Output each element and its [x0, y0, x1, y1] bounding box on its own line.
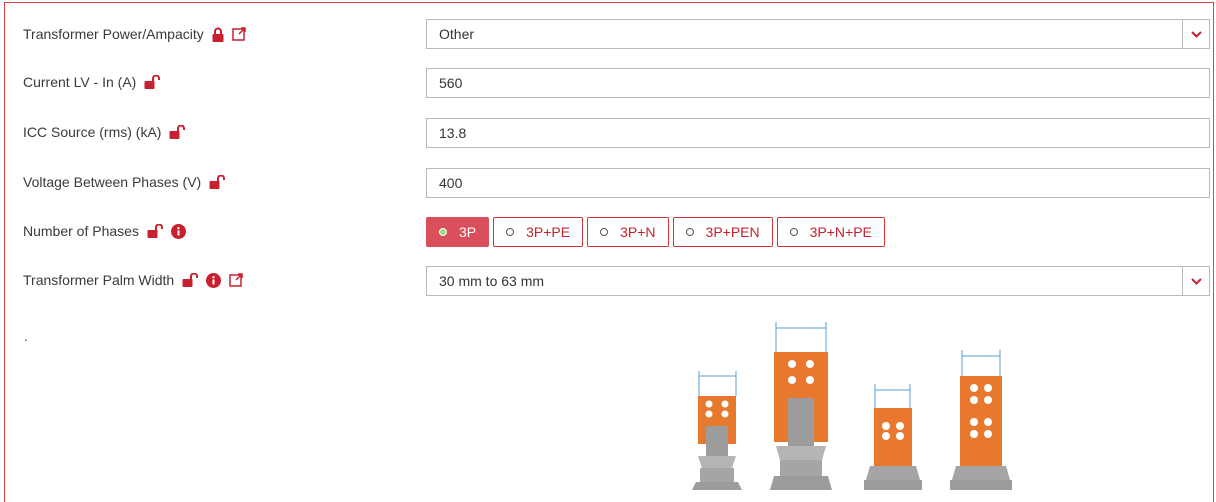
- chevron-down-icon[interactable]: [1182, 267, 1209, 295]
- voltage-input[interactable]: 400: [426, 168, 1210, 198]
- lock-open-icon[interactable]: [209, 175, 226, 189]
- phases-radio-group: 3P 3P+PE 3P+N 3P+PEN 3P+N+PE: [426, 217, 885, 247]
- phase-option-label: 3P+PE: [526, 224, 571, 240]
- row-transformer-power: Transformer Power/Ampacity Other: [0, 16, 1216, 56]
- phase-option-label: 3P+PEN: [705, 224, 760, 240]
- radio-icon: [685, 228, 694, 236]
- transformer-power-value: Other: [439, 26, 475, 42]
- palm-illustration-2: [770, 322, 832, 490]
- phase-option-3p-pen[interactable]: 3P+PEN: [672, 217, 773, 247]
- phase-option-3p[interactable]: 3P: [426, 217, 490, 247]
- icc-source-input[interactable]: 13.8: [426, 118, 1210, 148]
- phase-option-3p-n-pe[interactable]: 3P+N+PE: [776, 217, 885, 247]
- phase-option-label: 3P+N: [620, 224, 656, 240]
- radio-icon: [600, 228, 609, 236]
- palm-width-label: Transformer Palm Width: [23, 272, 175, 288]
- transformer-power-label: Transformer Power/Ampacity: [23, 26, 204, 42]
- palm-width-value: 30 mm to 63 mm: [439, 273, 545, 289]
- voltage-label: Voltage Between Phases (V): [23, 174, 202, 190]
- row-voltage: Voltage Between Phases (V) 400: [0, 164, 1216, 204]
- palm-width-illustration: [692, 322, 1012, 490]
- lock-open-icon[interactable]: [169, 125, 186, 139]
- palm-width-select[interactable]: 30 mm to 63 mm: [426, 266, 1210, 296]
- extra-label: .: [24, 328, 28, 344]
- radio-icon: [506, 228, 515, 236]
- lock-closed-icon[interactable]: [212, 27, 224, 42]
- palm-illustration-1: [692, 371, 742, 490]
- info-icon[interactable]: [170, 223, 186, 239]
- row-phases: Number of Phases 3P 3P+PE 3P+N 3P+PEN 3P…: [0, 213, 1216, 253]
- lock-open-icon[interactable]: [182, 273, 199, 287]
- info-icon[interactable]: [206, 272, 222, 288]
- phase-option-label: 3P: [459, 224, 477, 240]
- palm-illustration-3: [864, 384, 922, 490]
- current-lv-input[interactable]: 560: [426, 68, 1210, 98]
- lock-open-icon[interactable]: [147, 224, 163, 238]
- chevron-down-icon[interactable]: [1182, 20, 1209, 48]
- transformer-power-select[interactable]: Other: [426, 19, 1210, 49]
- radio-icon: [789, 228, 798, 236]
- row-current-lv: Current LV - In (A) 560: [0, 64, 1216, 104]
- voltage-value: 400: [439, 175, 463, 191]
- radio-icon: [439, 228, 447, 236]
- external-link-icon[interactable]: [232, 27, 246, 41]
- external-link-icon[interactable]: [229, 273, 243, 287]
- row-icc-source: ICC Source (rms) (kA) 13.8: [0, 114, 1216, 154]
- row-palm-width: Transformer Palm Width 30 mm to 63 mm: [0, 262, 1216, 302]
- phase-option-3p-pe[interactable]: 3P+PE: [493, 217, 584, 247]
- current-lv-value: 560: [439, 75, 463, 91]
- icc-source-label: ICC Source (rms) (kA): [23, 124, 162, 140]
- icc-source-value: 13.8: [439, 125, 467, 141]
- phase-option-label: 3P+N+PE: [809, 224, 872, 240]
- current-lv-label: Current LV - In (A): [23, 74, 137, 90]
- phase-option-3p-n[interactable]: 3P+N: [587, 217, 669, 247]
- lock-open-icon[interactable]: [144, 75, 161, 89]
- palm-illustration-4: [950, 350, 1012, 490]
- phases-label: Number of Phases: [23, 223, 139, 239]
